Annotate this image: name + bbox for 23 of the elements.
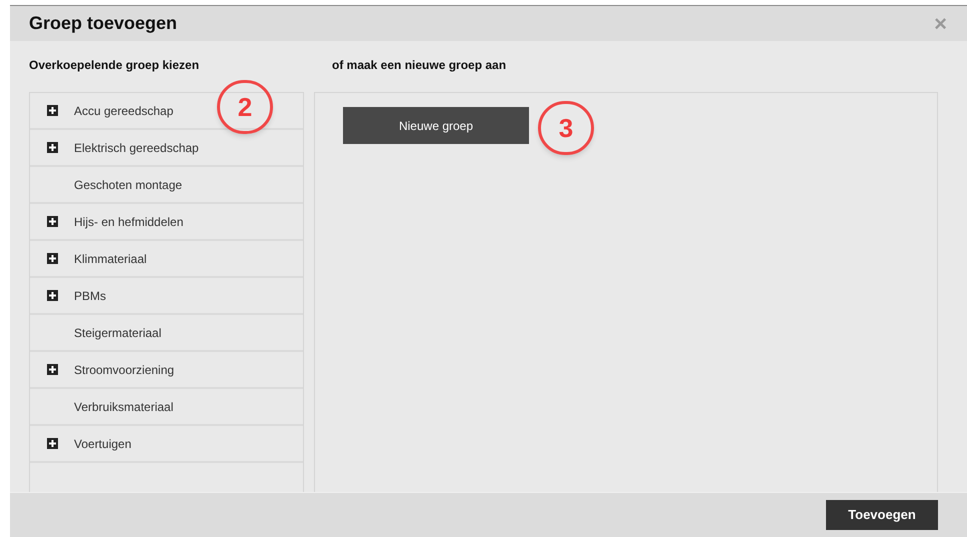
expand-icon[interactable] — [46, 142, 58, 153]
new-group-button[interactable]: Nieuwe groep — [343, 107, 529, 144]
expand-icon[interactable] — [46, 253, 58, 264]
expand-icon[interactable] — [46, 105, 58, 116]
group-list-item[interactable]: Voertuigen — [30, 426, 303, 463]
expand-icon[interactable] — [46, 216, 58, 227]
group-list-item[interactable]: Hijs- en hefmiddelen — [30, 204, 303, 241]
add-button[interactable]: Toevoegen — [826, 500, 938, 530]
group-list-item[interactable]: Klimmateriaal — [30, 241, 303, 278]
group-list-item[interactable]: Verbruiksmateriaal — [30, 389, 303, 426]
group-list-item[interactable]: Geschoten montage — [30, 167, 303, 204]
expand-icon[interactable] — [46, 438, 58, 449]
section-heading: of maak een nieuwe groep aan — [331, 57, 508, 74]
expand-icon[interactable] — [46, 364, 58, 375]
dialog-title: Groep toevoegen — [29, 12, 178, 35]
group-list-item[interactable]: PBMs — [30, 278, 303, 315]
group-list-item[interactable]: Elektrisch gereedschap — [30, 130, 303, 167]
callout-number: 2 — [217, 80, 273, 134]
callout-number: 3 — [538, 101, 594, 155]
section-heading: Overkoepelende groep kiezen — [29, 57, 200, 74]
group-list-item[interactable]: Steigermateriaal — [30, 315, 303, 352]
expand-icon[interactable] — [46, 290, 58, 301]
group-list-item[interactable]: Stroomvoorziening — [30, 352, 303, 389]
